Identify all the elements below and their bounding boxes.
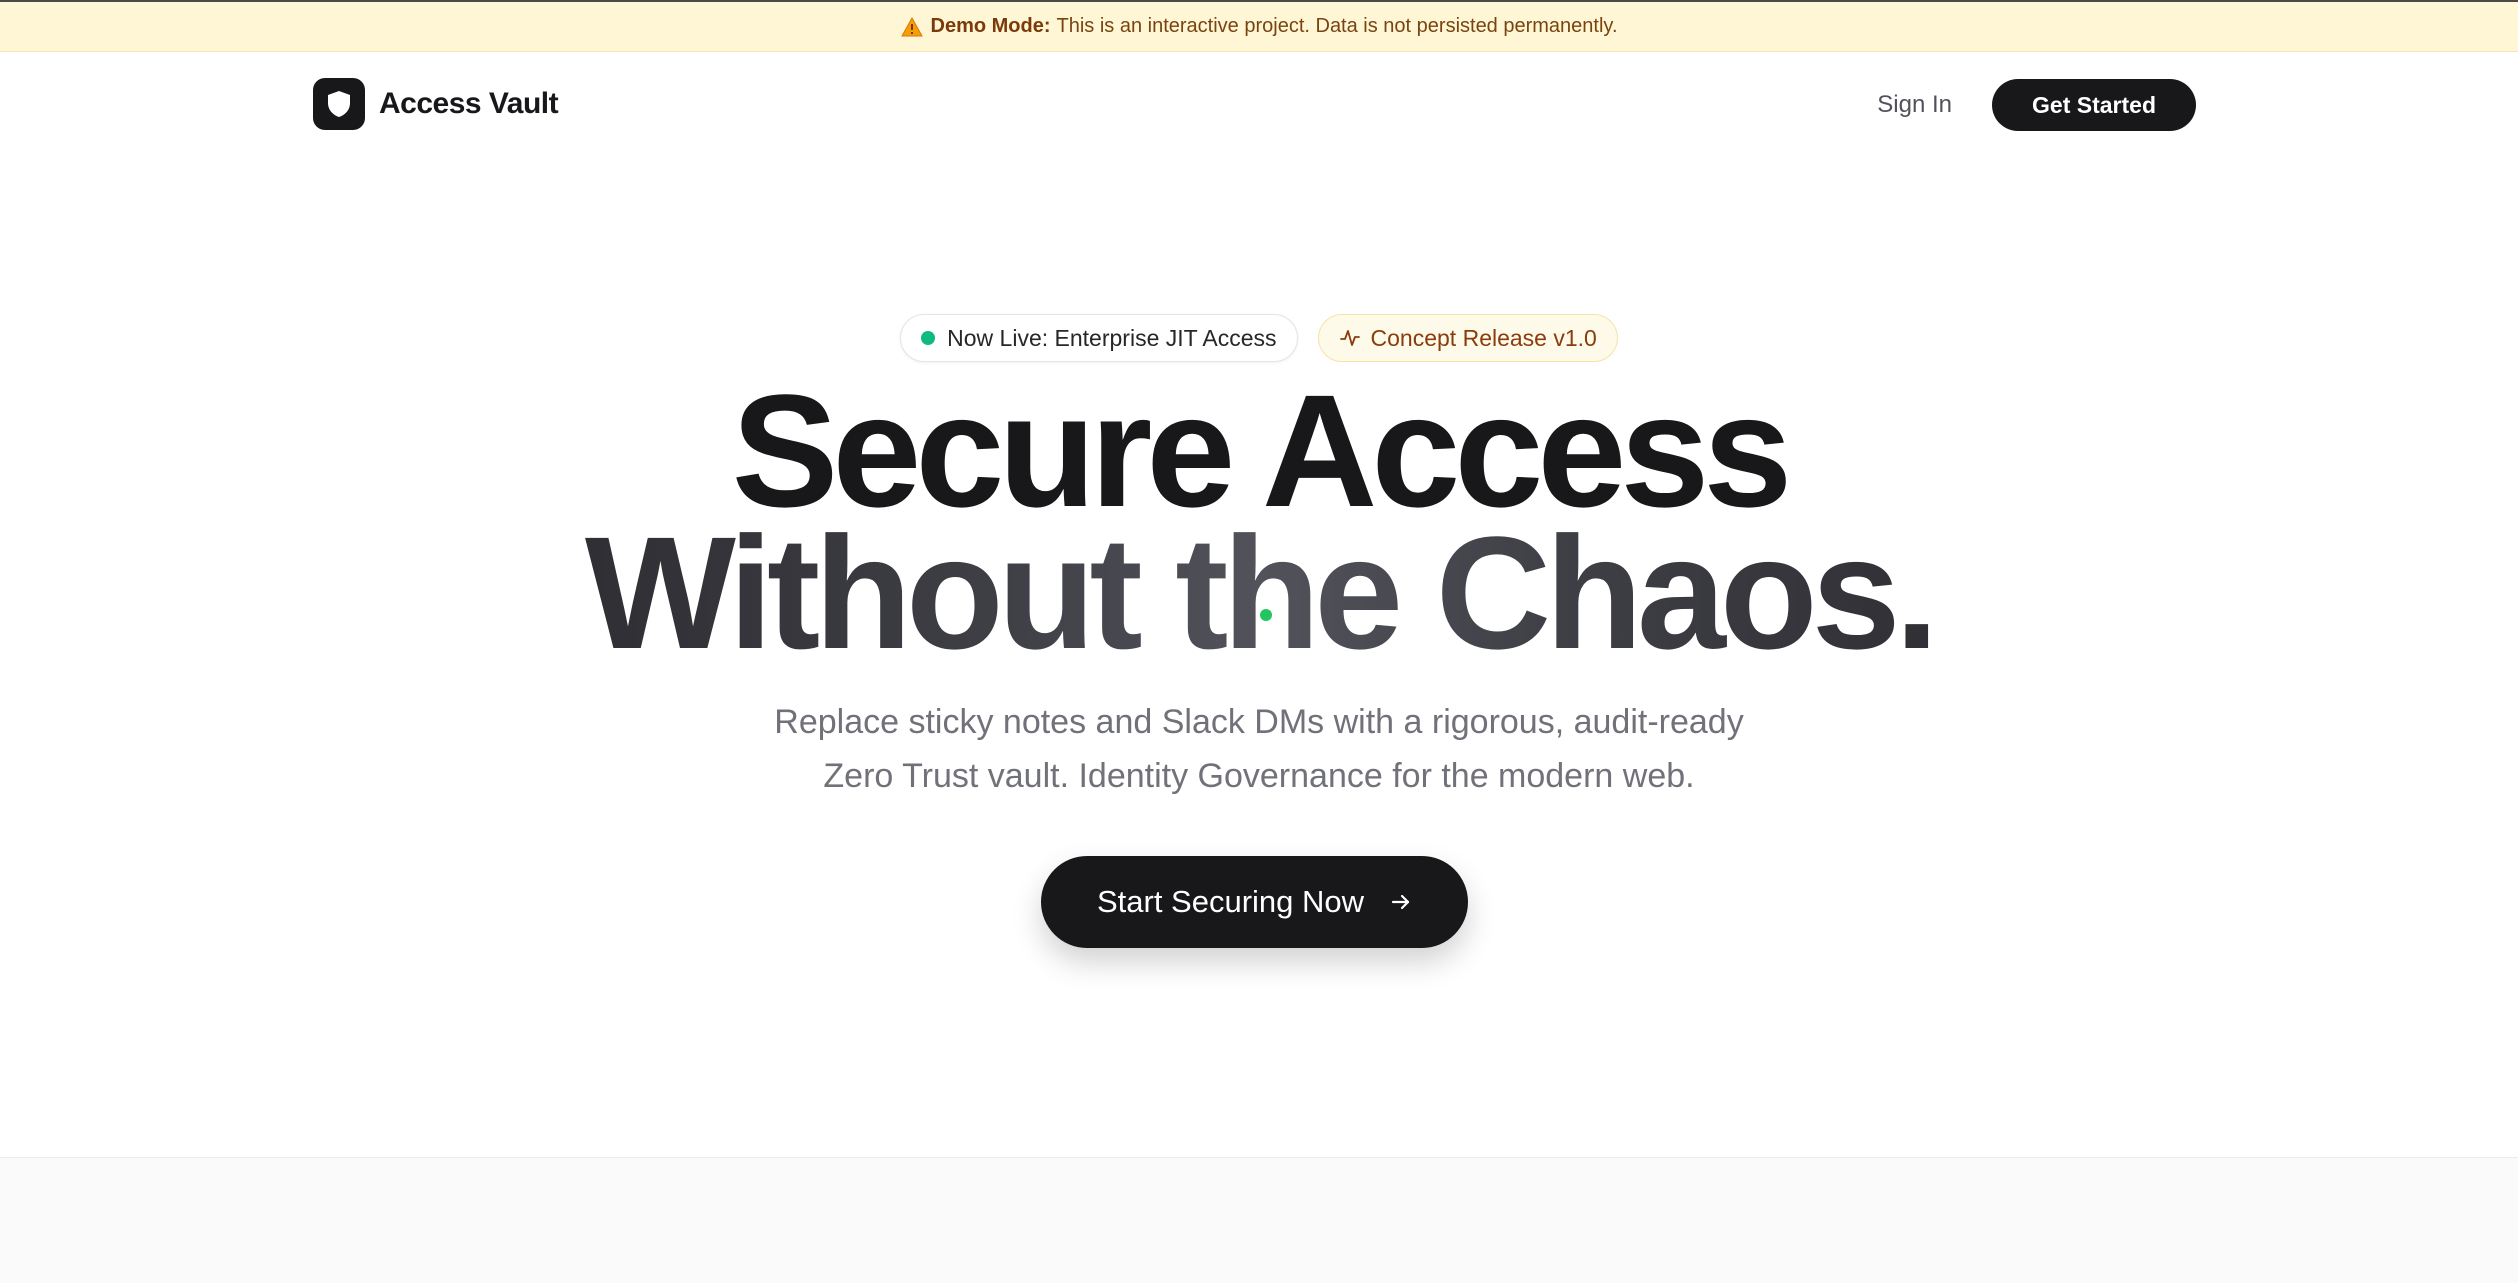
start-securing-label: Start Securing Now <box>1096 884 1365 919</box>
subtitle-line-1: Replace sticky notes and Slack DMs with … <box>774 703 1744 741</box>
release-badge: Concept Release v1.0 <box>1317 314 1618 362</box>
headline-line-2: Without the Chaos. <box>0 513 2518 673</box>
banner-message: This is an interactive project. Data is … <box>1056 15 1618 37</box>
demo-mode-banner: Demo Mode: This is an interactive projec… <box>0 0 2518 52</box>
sign-in-link[interactable]: Sign In <box>1877 91 1952 119</box>
release-badge-label: Concept Release v1.0 <box>1370 324 1597 351</box>
arrow-right-icon <box>1391 894 1410 910</box>
subtitle-line-2: Zero Trust vault. Identity Governance fo… <box>823 757 1695 795</box>
hero-badges: Now Live: Enterprise JIT Access Concept … <box>0 314 2518 362</box>
site-header: Access Vault Sign In Get Started <box>0 52 2518 158</box>
indicator-dot-icon <box>1260 609 1272 621</box>
brand-logo <box>313 78 365 130</box>
start-securing-button[interactable]: Start Securing Now <box>1041 856 1468 948</box>
header-nav: Sign In Get Started <box>1877 79 2196 131</box>
brand-link[interactable]: Access Vault <box>313 78 559 130</box>
next-section <box>0 1157 2518 1283</box>
live-badge-label: Now Live: Enterprise JIT Access <box>947 324 1277 351</box>
brand-name: Access Vault <box>379 87 559 120</box>
hero-subtitle: Replace sticky notes and Slack DMs with … <box>0 695 2518 803</box>
banner-label: Demo Mode: <box>930 15 1051 37</box>
status-dot-icon <box>921 331 936 345</box>
headline-line-1: Secure Access <box>731 361 1793 540</box>
live-badge: Now Live: Enterprise JIT Access <box>900 314 1298 362</box>
warning-icon <box>900 16 923 36</box>
get-started-button[interactable]: Get Started <box>1992 79 2196 131</box>
hero-headline: Secure Access Without the Chaos. <box>0 361 2518 673</box>
shield-icon <box>328 91 350 117</box>
activity-icon <box>1339 330 1360 346</box>
